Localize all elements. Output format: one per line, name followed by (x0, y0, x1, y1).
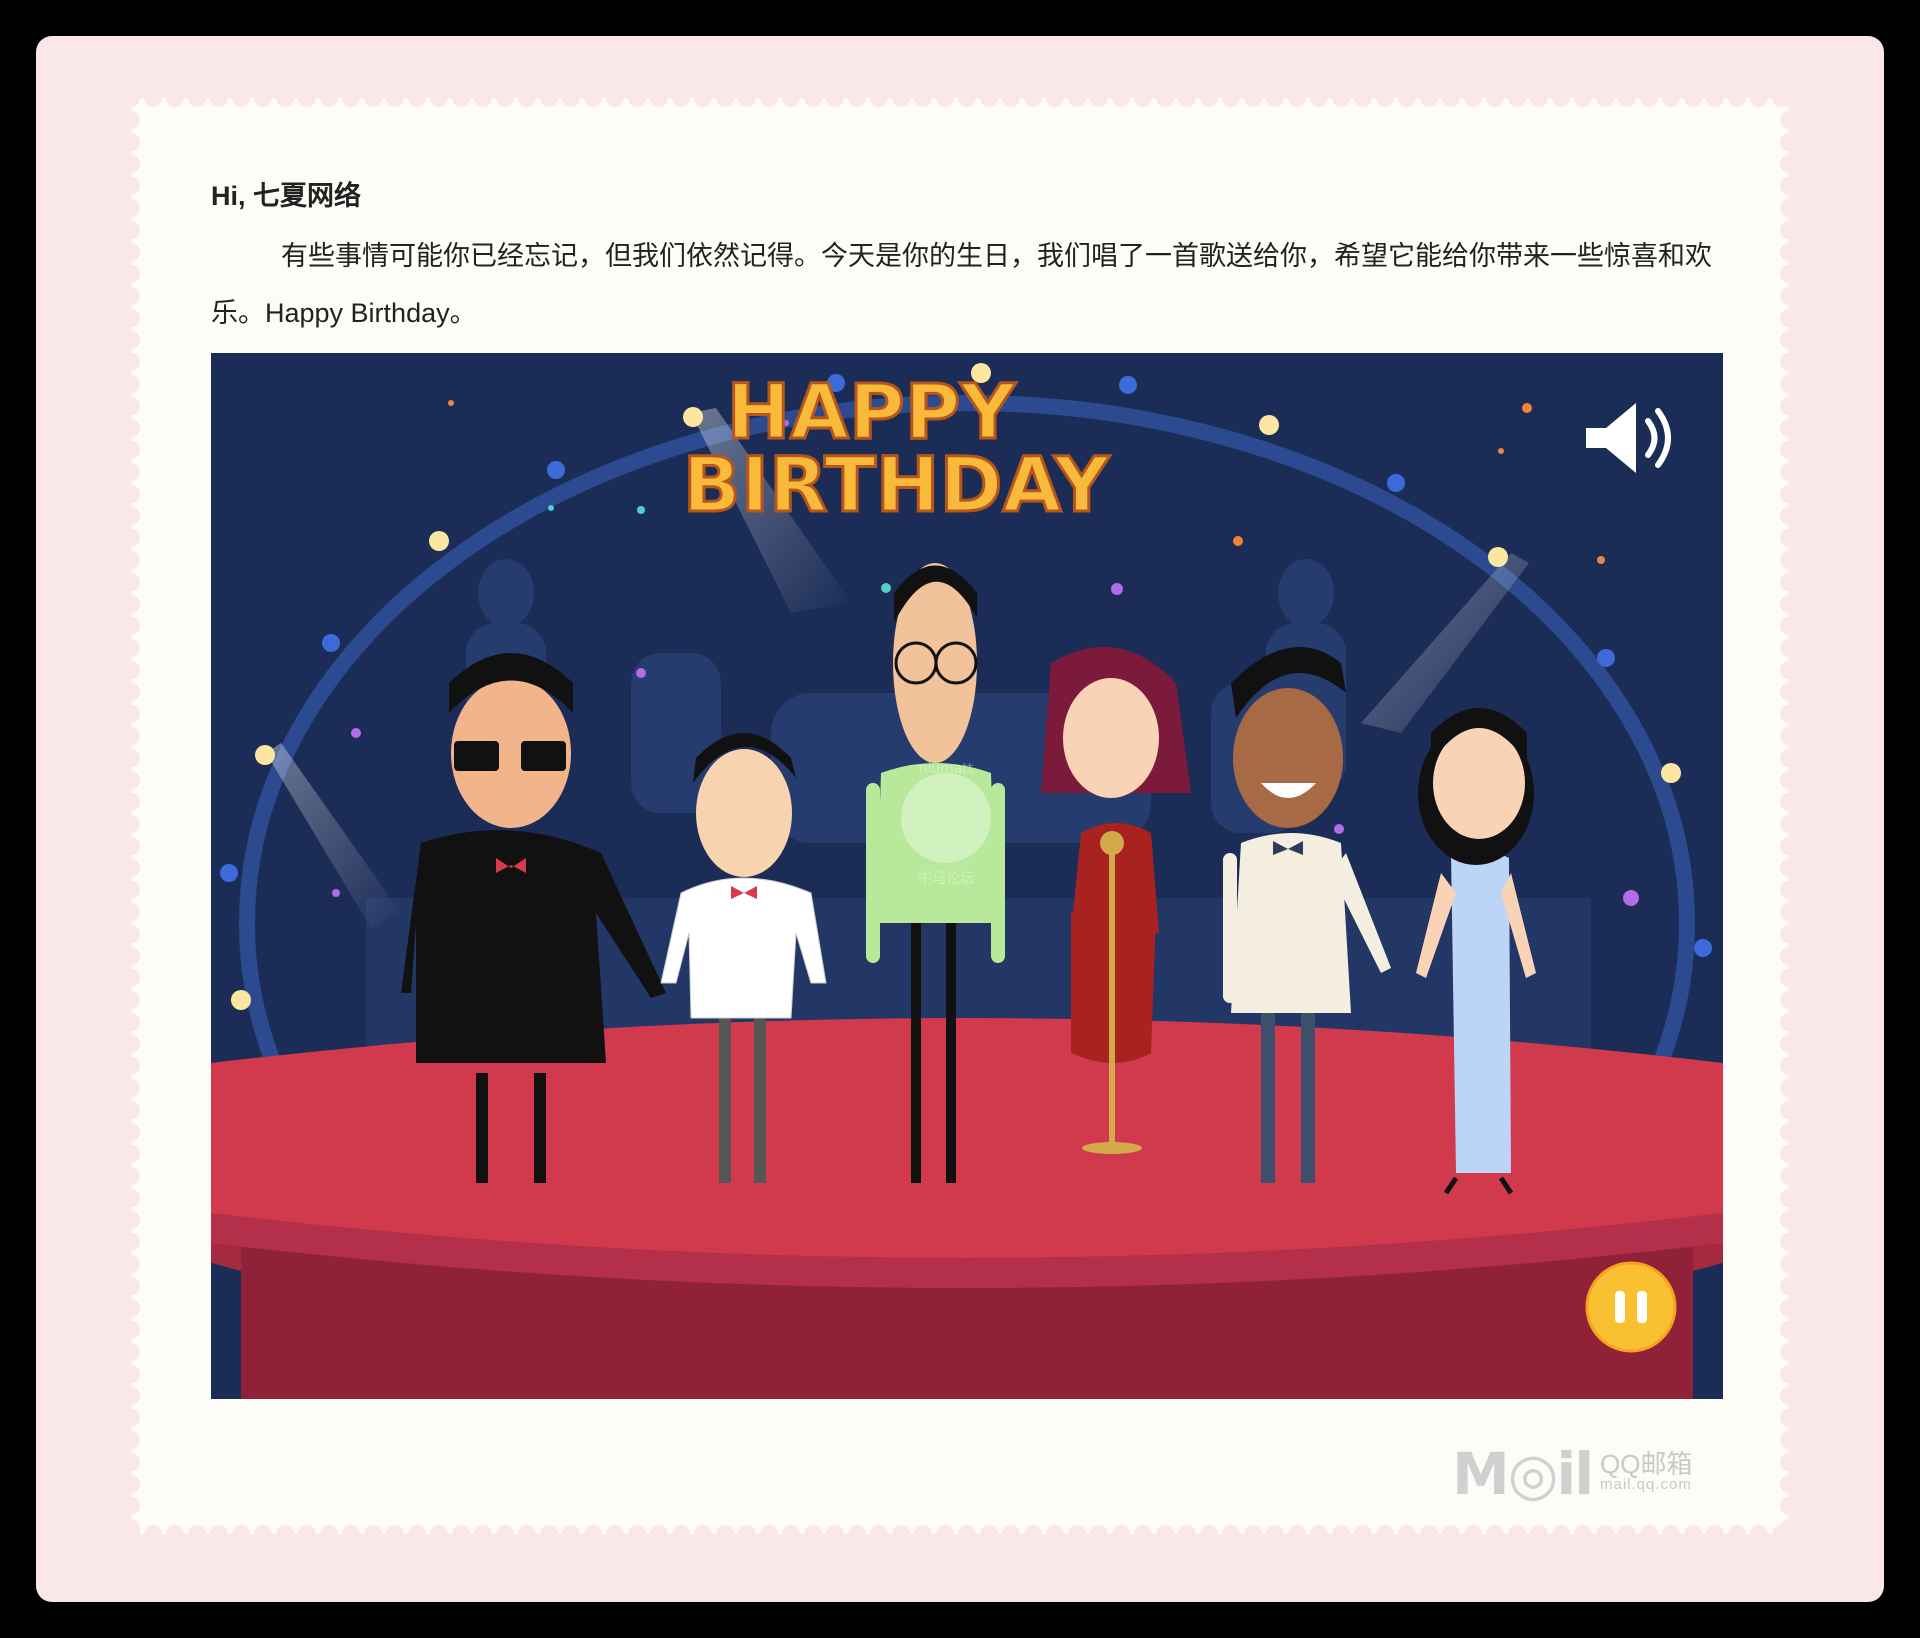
video-title-line2: BIRTHDAY (683, 440, 1110, 529)
pause-button[interactable] (1585, 1261, 1677, 1353)
email-window: Hi, 七夏网络 有些事情可能你已经忘记，但我们依然记得。今天是你的生日，我们唱… (36, 36, 1884, 1602)
svg-text:niumatt: niumatt (919, 761, 974, 777)
qq-mail-logo: M◎il QQ邮箱 mail.qq.com (1452, 1438, 1712, 1508)
email-greeting: Hi, 七夏网络 (211, 181, 362, 211)
mail-brand-mark: M◎il (1452, 1440, 1594, 1508)
video-scene: HAPPY BIRTHDAY niumatt 牛马论坛 (211, 353, 1723, 1399)
svg-text:牛马论坛: 牛马论坛 (918, 871, 974, 887)
birthday-video[interactable]: HAPPY BIRTHDAY niumatt 牛马论坛 (211, 353, 1723, 1399)
mail-brand-domain: mail.qq.com (1600, 1476, 1692, 1493)
email-message: 有些事情可能你已经忘记，但我们依然记得。今天是你的生日，我们唱了一首歌送给你，希… (211, 241, 1712, 328)
